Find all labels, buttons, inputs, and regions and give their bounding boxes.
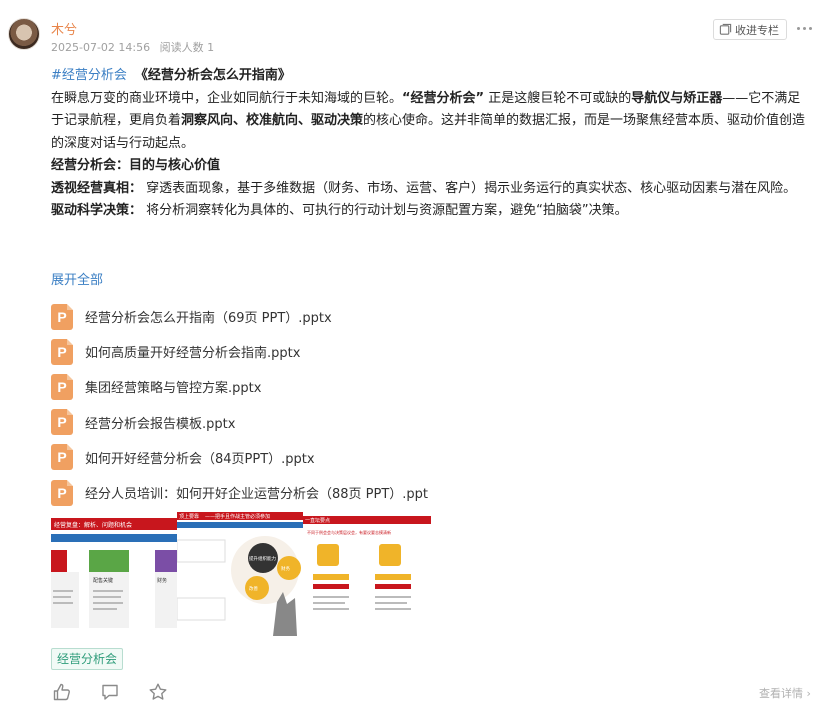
thumb1-label-2: 财务 — [157, 577, 167, 584]
attachment-item[interactable]: P 经营分析会报告模板.pptx — [51, 405, 428, 440]
post-meta: 2025-07-02 14:56 阅读人数 1 — [51, 39, 214, 55]
attachment-item[interactable]: P 如何开好经营分析会（84页PPT）.pptx — [51, 440, 428, 475]
topic-tag[interactable]: 经营分析会 — [51, 648, 124, 670]
point-2-text: 将分析洞察转化为具体的、可执行的行动计划与资源配置方案，避免“拍脑袋”决策。 — [142, 203, 628, 218]
collect-icon — [719, 23, 732, 35]
more-options-icon[interactable] — [797, 21, 817, 35]
attachment-name[interactable]: 经分人员培训：如何开好企业运营分析会（88页 PPT）.ppt — [85, 483, 428, 502]
thumb1-label-1: 配售关键 — [93, 577, 113, 584]
slide-thumbnail-2[interactable]: 顶上要靠 ——把手且作战主管必须参加 提升组织能力 财务 改善 — [177, 512, 303, 636]
thumb2-subtitle: ——把手且作战主管必须参加 — [205, 513, 270, 520]
post-title-line: #经营分析会 《经营分析会怎么开指南》 — [51, 65, 811, 88]
attachment-name[interactable]: 经营分析会报告模板.pptx — [85, 413, 235, 432]
attachment-name[interactable]: 如何开好经营分析会（84页PPT）.pptx — [85, 448, 315, 467]
intro-bold-1: “经营分析会” — [402, 90, 485, 106]
thumb2-label-1: 财务 — [281, 565, 290, 572]
hashtag-link[interactable]: #经营分析会 — [51, 68, 127, 83]
like-icon[interactable] — [52, 682, 72, 702]
collect-to-column-button[interactable]: 收进专栏 — [713, 19, 787, 40]
point-2-label: 驱动科学决策： — [51, 203, 143, 218]
intro-text-2: 正是这艘巨轮不可或缺的 — [484, 90, 632, 106]
thumb2-label-2: 改善 — [249, 585, 258, 592]
image-gallery: 经营复盘：解析、问题和机会 配售关键 财务 顶上要靠 ——把手且作战主管必须参加 — [51, 512, 431, 636]
point-1-label: 透视经营真相： — [51, 180, 143, 196]
intro-bold-3: 洞察风向、校准航向、驱动决策 — [181, 113, 364, 128]
ppt-file-icon: P — [51, 338, 73, 365]
attachment-item[interactable]: P 如何高质量开好经营分析会指南.pptx — [51, 334, 428, 369]
thumb2-title: 顶上要靠 — [179, 513, 199, 520]
attachment-list: P 经营分析会怎么开指南（69页 PPT）.pptx P 如何高质量开好经营分析… — [51, 299, 428, 510]
thumb3-subtitle: 不同于例会会与决策层议会，有要议要志摸清新 — [307, 529, 391, 535]
intro-text-1: 在瞬息万变的商业环境中，企业如同航行于未知海域的巨轮。 — [51, 90, 403, 106]
thumb2-center-label: 提升组织能力 — [249, 555, 276, 562]
intro-paragraph: 在瞬息万变的商业环境中，企业如同航行于未知海域的巨轮。“经营分析会” 正是这艘巨… — [51, 88, 811, 156]
expand-all-link[interactable]: 展开全部 — [51, 269, 103, 288]
point-1: 透视经营真相： 穿透表面现象，基于多维数据（财务、市场、运营、客户）揭示业务运行… — [51, 178, 811, 201]
view-count: 阅读人数 1 — [159, 41, 215, 54]
ppt-file-icon: P — [51, 479, 73, 506]
view-detail-link[interactable]: 查看详情 › — [759, 685, 811, 701]
author-name[interactable]: 木兮 — [51, 19, 77, 38]
thumb3-title: 一直坛要点 — [305, 517, 330, 524]
ppt-file-icon: P — [51, 303, 73, 330]
chevron-right-icon: › — [806, 687, 811, 700]
post-title: 《经营分析会怎么开指南》 — [134, 68, 291, 83]
post-content: #经营分析会 《经营分析会怎么开指南》 在瞬息万变的商业环境中，企业如同航行于未知… — [51, 65, 811, 223]
action-bar — [52, 682, 168, 702]
attachment-item[interactable]: P 经营分析会怎么开指南（69页 PPT）.pptx — [51, 299, 428, 334]
ppt-file-icon: P — [51, 373, 73, 400]
slide-thumbnail-3[interactable]: 一直坛要点 不同于例会会与决策层议会，有要议要志摸清新 — [303, 512, 431, 636]
attachment-name[interactable]: 集团经营策略与管控方案.pptx — [85, 377, 261, 396]
post-date: 2025-07-02 14:56 — [51, 41, 151, 54]
attachment-name[interactable]: 经营分析会怎么开指南（69页 PPT）.pptx — [85, 307, 332, 326]
view-detail-label: 查看详情 — [759, 687, 803, 700]
attachment-item[interactable]: P 经分人员培训：如何开好企业运营分析会（88页 PPT）.ppt — [51, 475, 428, 510]
point-1-text: 穿透表面现象，基于多维数据（财务、市场、运营、客户）揭示业务运行的真实状态、核心… — [142, 180, 797, 196]
author-avatar[interactable] — [8, 18, 40, 50]
slide-thumbnail-1[interactable]: 经营复盘：解析、问题和机会 配售关键 财务 — [51, 512, 177, 636]
comment-icon[interactable] — [100, 682, 120, 702]
star-icon[interactable] — [148, 682, 168, 702]
thumb1-title: 经营复盘：解析、问题和机会 — [54, 521, 132, 529]
collect-label: 收进专栏 — [735, 23, 779, 37]
attachment-item[interactable]: P 集团经营策略与管控方案.pptx — [51, 369, 428, 404]
section-heading: 经营分析会：目的与核心价值 — [51, 158, 221, 173]
ppt-file-icon: P — [51, 444, 73, 471]
attachment-name[interactable]: 如何高质量开好经营分析会指南.pptx — [85, 342, 300, 361]
ppt-file-icon: P — [51, 409, 73, 436]
point-2: 驱动科学决策： 将分析洞察转化为具体的、可执行的行动计划与资源配置方案，避免“拍… — [51, 200, 811, 223]
intro-bold-2: 导航仪与矫正器 — [631, 90, 723, 106]
